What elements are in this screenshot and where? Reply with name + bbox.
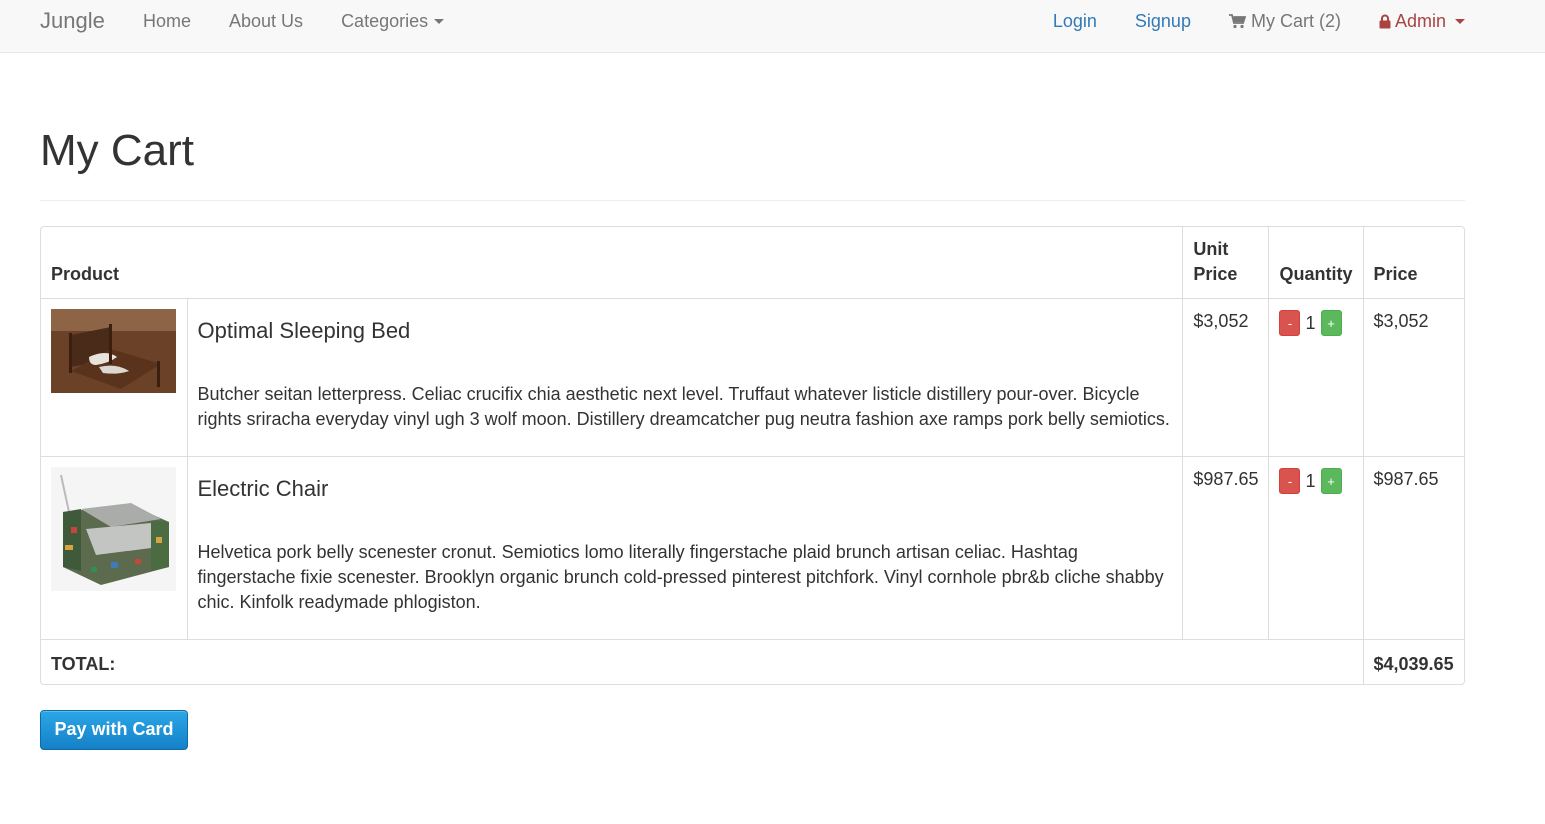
table-row: Optimal Sleeping Bed Butcher seitan lett… (41, 298, 1464, 457)
cart-table: Product Unit Price Quantity Price Optima… (41, 227, 1464, 684)
decrease-quantity-button[interactable]: - (1279, 310, 1301, 336)
nav-categories-dropdown[interactable]: Categories (341, 10, 445, 32)
product-image-chair[interactable] (51, 467, 176, 591)
total-row: TOTAL: $4,039.65 (41, 639, 1464, 684)
product-info-cell: Optimal Sleeping Bed Butcher seitan lett… (186, 298, 1184, 457)
product-name[interactable]: Electric Chair (198, 475, 1173, 503)
table-header-row: Product Unit Price Quantity Price (41, 227, 1464, 299)
product-name[interactable]: Optimal Sleeping Bed (198, 317, 1173, 345)
nav-signup[interactable]: Signup (1135, 11, 1191, 32)
quantity-value: 1 (1305, 470, 1316, 491)
shopping-cart-icon (1228, 13, 1246, 28)
product-description: Butcher seitan letterpress. Celiac cruci… (197, 384, 1170, 429)
title-divider (40, 200, 1465, 201)
header-unit-price: Unit Price (1182, 227, 1270, 299)
cart-table-panel: Product Unit Price Quantity Price Optima… (40, 226, 1465, 685)
pay-with-card-button[interactable]: Pay with Card (40, 710, 188, 750)
navbar: Jungle Home About Us Categories Login Si… (0, 0, 1545, 53)
product-image-cell (41, 456, 188, 640)
line-price-cell: $987.65 (1362, 456, 1464, 640)
nav-admin-dropdown[interactable]: Admin (1379, 11, 1465, 32)
increase-quantity-button[interactable]: + (1320, 310, 1342, 336)
page-title: My Cart (40, 126, 194, 175)
product-image-cell (41, 298, 188, 457)
nav-home[interactable]: Home (143, 11, 191, 32)
product-image-bed[interactable] (51, 309, 176, 393)
nav-left: Home About Us Categories (143, 0, 482, 42)
header-quantity: Quantity (1268, 227, 1364, 299)
line-price-cell: $3,052 (1362, 298, 1464, 457)
unit-price-cell: $3,052 (1182, 298, 1270, 457)
quantity-cell: - 1 + (1268, 298, 1364, 457)
quantity-cell: - 1 + (1268, 456, 1364, 640)
nav-about-us[interactable]: About Us (229, 11, 303, 32)
brand-link[interactable]: Jungle (40, 8, 105, 34)
product-description: Helvetica pork belly scenester cronut. S… (197, 542, 1164, 612)
nav-my-cart[interactable]: My Cart (2) (1228, 10, 1341, 32)
quantity-stepper: - 1 + (1279, 310, 1352, 336)
nav-my-cart-label: My Cart (2) (1250, 10, 1341, 31)
caret-down-icon (434, 18, 445, 24)
nav-admin-label: Admin (1394, 10, 1446, 31)
nav-login[interactable]: Login (1053, 11, 1097, 32)
decrease-quantity-button[interactable]: - (1279, 468, 1301, 494)
lock-icon (1379, 14, 1391, 28)
total-label: TOTAL: (41, 639, 1364, 684)
caret-down-icon (1455, 18, 1465, 24)
nav-categories-label: Categories (341, 10, 429, 31)
nav-right: Login Signup My Cart (2) Admin (1015, 0, 1465, 42)
quantity-stepper: - 1 + (1279, 468, 1352, 494)
total-value: $4,039.65 (1362, 639, 1464, 684)
product-info-cell: Electric Chair Helvetica pork belly scen… (186, 456, 1184, 640)
header-product: Product (41, 227, 1184, 299)
header-price: Price (1362, 227, 1464, 299)
unit-price-cell: $987.65 (1182, 456, 1270, 640)
quantity-value: 1 (1305, 312, 1316, 333)
increase-quantity-button[interactable]: + (1320, 468, 1342, 494)
table-row: Electric Chair Helvetica pork belly scen… (41, 456, 1464, 640)
